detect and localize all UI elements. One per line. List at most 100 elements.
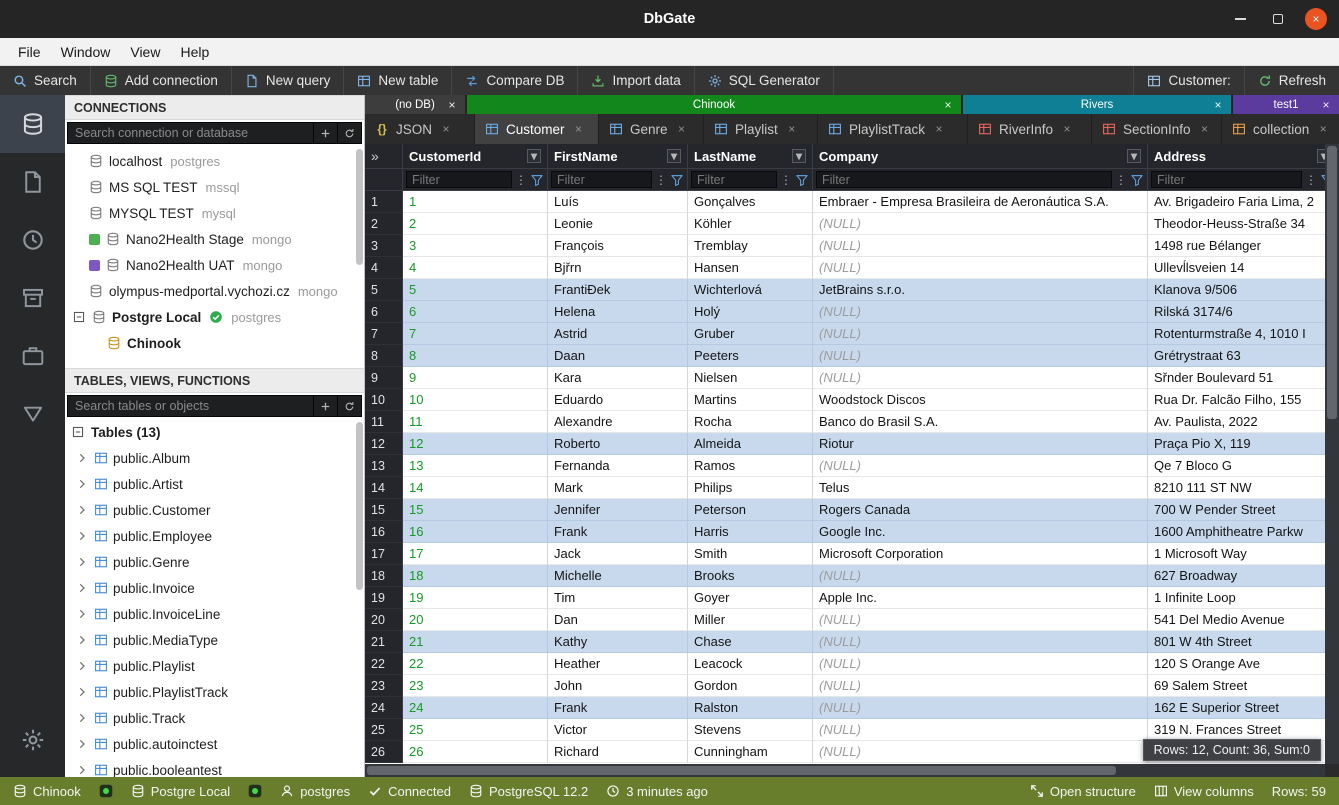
cell-firstname[interactable]: John <box>548 675 688 697</box>
tables-group[interactable]: Tables (13) <box>65 419 364 445</box>
cell-firstname[interactable]: Richard <box>548 741 688 763</box>
cell-address[interactable]: Rilská 3174/6 <box>1148 301 1325 323</box>
filter-input-firstname[interactable] <box>551 171 652 188</box>
row-number[interactable]: 5 <box>365 279 403 301</box>
collapse-icon[interactable] <box>71 425 85 439</box>
toolbar-button-search[interactable]: Search <box>0 66 91 95</box>
cell-customerid[interactable]: 7 <box>403 323 548 345</box>
toolbar-button-new-query[interactable]: New query <box>232 66 345 95</box>
cell-lastname[interactable]: Peeters <box>688 345 813 367</box>
column-header-firstname[interactable]: FirstName▾ <box>548 144 688 168</box>
cell-firstname[interactable]: Victor <box>548 719 688 741</box>
cell-firstname[interactable]: Eduardo <box>548 389 688 411</box>
kebab-icon[interactable]: ⋮ <box>1304 173 1318 187</box>
kebab-icon[interactable]: ⋮ <box>1114 173 1128 187</box>
collapse-icon[interactable] <box>72 310 86 324</box>
connection-item-nano2health-uat[interactable]: Nano2Health UATmongo <box>65 252 364 278</box>
cell-customerid[interactable]: 18 <box>403 565 548 587</box>
kebab-icon[interactable]: ⋮ <box>654 173 668 187</box>
close-icon[interactable]: × <box>572 122 586 136</box>
cell-customerid[interactable]: 22 <box>403 653 548 675</box>
table-item-public-customer[interactable]: public.Customer <box>65 497 364 523</box>
toolbar-button-sql-generator[interactable]: SQL Generator <box>695 66 834 95</box>
cell-company[interactable]: (NULL) <box>813 631 1148 653</box>
toolbar-button-add-connection[interactable]: Add connection <box>91 66 232 95</box>
table-item-public-mediatype[interactable]: public.MediaType <box>65 627 364 653</box>
menu-help[interactable]: Help <box>170 38 219 65</box>
minimize-button[interactable] <box>1229 8 1251 30</box>
cell-firstname[interactable]: Leonie <box>548 213 688 235</box>
tab-group-test1[interactable]: test1× <box>1233 95 1339 114</box>
cell-lastname[interactable]: Holý <box>688 301 813 323</box>
cell-lastname[interactable]: Gordon <box>688 675 813 697</box>
table-item-public-artist[interactable]: public.Artist <box>65 471 364 497</box>
table-row[interactable]: 55FrantiĐekWichterlováJetBrains s.r.o.Kl… <box>365 279 1325 301</box>
cell-customerid[interactable]: 5 <box>403 279 548 301</box>
cell-customerid[interactable]: 10 <box>403 389 548 411</box>
table-row[interactable]: 1010EduardoMartinsWoodstock DiscosRua Dr… <box>365 389 1325 411</box>
row-number[interactable]: 15 <box>365 499 403 521</box>
cell-customerid[interactable]: 3 <box>403 235 548 257</box>
cell-company[interactable]: (NULL) <box>813 741 1148 763</box>
chevron-down-icon[interactable]: ▾ <box>1317 149 1325 163</box>
iconbar-item-history[interactable] <box>0 211 65 269</box>
cell-address[interactable]: 1 Infinite Loop <box>1148 587 1325 609</box>
cell-firstname[interactable]: Alexandre <box>548 411 688 433</box>
close-icon[interactable]: × <box>1060 122 1074 136</box>
table-row[interactable]: 66HelenaHolý(NULL)Rilská 3174/6 <box>365 301 1325 323</box>
row-number[interactable]: 25 <box>365 719 403 741</box>
connection-item-ms-sql-test[interactable]: MS SQL TESTmssql <box>65 174 364 200</box>
cell-firstname[interactable]: Bjřrn <box>548 257 688 279</box>
cell-address[interactable]: 69 Salem Street <box>1148 675 1325 697</box>
tab-genre[interactable]: Genre× <box>599 114 704 144</box>
filter-input-address[interactable] <box>1151 171 1302 188</box>
cell-lastname[interactable]: Ralston <box>688 697 813 719</box>
connection-item-chinook[interactable]: Chinook <box>65 330 364 356</box>
table-row[interactable]: 22LeonieKöhler(NULL)Theodor-Heuss-Straße… <box>365 213 1325 235</box>
tab-playlisttrack[interactable]: PlaylistTrack× <box>818 114 968 144</box>
table-item-public-employee[interactable]: public.Employee <box>65 523 364 549</box>
table-item-public-booleantest[interactable]: public.booleantest <box>65 757 364 777</box>
cell-customerid[interactable]: 1 <box>403 191 548 213</box>
close-icon[interactable]: × <box>675 122 689 136</box>
close-icon[interactable]: × <box>439 122 453 136</box>
cell-company[interactable]: Embraer - Empresa Brasileira de Aeronáut… <box>813 191 1148 213</box>
table-row[interactable]: 1919TimGoyerApple Inc.1 Infinite Loop <box>365 587 1325 609</box>
cell-lastname[interactable]: Gonçalves <box>688 191 813 213</box>
cell-address[interactable]: 319 N. Frances Street <box>1148 719 1325 741</box>
cell-customerid[interactable]: 15 <box>403 499 548 521</box>
cell-lastname[interactable]: Almeida <box>688 433 813 455</box>
maximize-button[interactable] <box>1267 8 1289 30</box>
tables-search-input[interactable] <box>67 395 314 417</box>
row-number[interactable]: 4 <box>365 257 403 279</box>
tab-customer[interactable]: Customer× <box>475 114 599 144</box>
table-row[interactable]: 33FrançoisTremblay(NULL)1498 rue Bélange… <box>365 235 1325 257</box>
menu-file[interactable]: File <box>8 38 51 65</box>
cell-firstname[interactable]: Frank <box>548 521 688 543</box>
cell-company[interactable]: Woodstock Discos <box>813 389 1148 411</box>
row-number[interactable]: 26 <box>365 741 403 763</box>
cell-address[interactable]: Av. Paulista, 2022 <box>1148 411 1325 433</box>
cell-firstname[interactable]: Jennifer <box>548 499 688 521</box>
status-open-structure[interactable]: Open structure <box>1021 777 1145 805</box>
cell-firstname[interactable]: FrantiĐek <box>548 279 688 301</box>
menu-window[interactable]: Window <box>51 38 121 65</box>
table-row[interactable]: 2020DanMiller(NULL)541 Del Medio Avenue <box>365 609 1325 631</box>
table-row[interactable]: 1212RobertoAlmeidaRioturPraça Pio X, 119 <box>365 433 1325 455</box>
cell-lastname[interactable]: Smith <box>688 543 813 565</box>
iconbar-item-cell-data[interactable] <box>0 385 65 443</box>
row-number[interactable]: 16 <box>365 521 403 543</box>
row-number[interactable]: 8 <box>365 345 403 367</box>
cell-customerid[interactable]: 16 <box>403 521 548 543</box>
close-icon[interactable]: × <box>932 122 946 136</box>
status-postgresql-12-2[interactable]: PostgreSQL 12.2 <box>460 777 597 805</box>
cell-customerid[interactable]: 8 <box>403 345 548 367</box>
close-icon[interactable]: × <box>941 98 955 112</box>
funnel-icon[interactable] <box>670 173 684 187</box>
cell-firstname[interactable]: Helena <box>548 301 688 323</box>
filter-input-customerid[interactable] <box>406 171 512 188</box>
connection-item-olympus-medportal-vychozi-cz[interactable]: olympus-medportal.vychozi.czmongo <box>65 278 364 304</box>
cell-address[interactable]: Rotenturmstraße 4, 1010 I <box>1148 323 1325 345</box>
connections-search-input[interactable] <box>67 122 314 144</box>
cell-lastname[interactable]: Nielsen <box>688 367 813 389</box>
